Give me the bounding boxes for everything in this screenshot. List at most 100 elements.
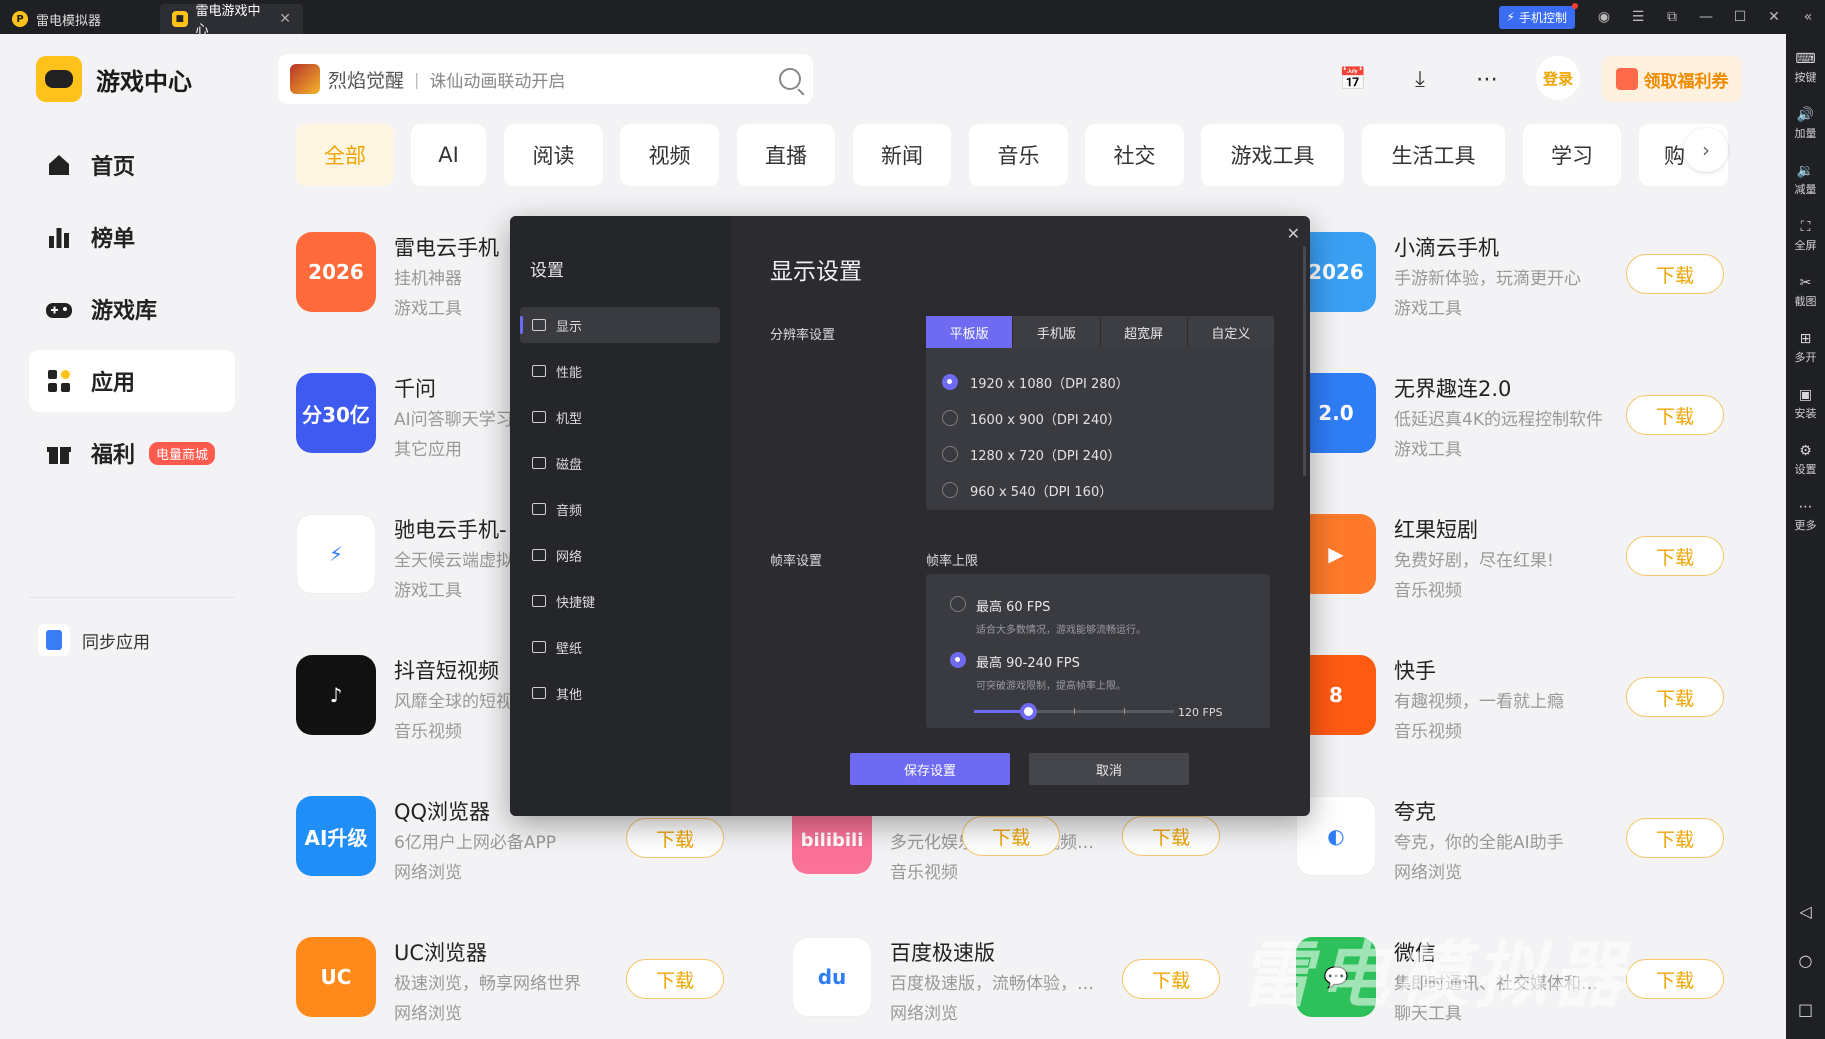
download-button[interactable]: 下载 xyxy=(1626,536,1724,576)
radio-button[interactable] xyxy=(942,482,958,498)
login-button[interactable]: 登录 xyxy=(1536,56,1580,100)
tab-custom[interactable]: 自定义 xyxy=(1187,316,1274,348)
category-tab[interactable]: 学习 xyxy=(1523,124,1621,186)
search-icon[interactable] xyxy=(779,68,801,90)
toolbar-install[interactable]: ▣ 安装 xyxy=(1786,376,1825,432)
download-button[interactable]: 下载 xyxy=(626,959,724,999)
category-tab[interactable]: 直播 xyxy=(737,124,835,186)
list-item[interactable]: 8 快手 有趣视频，一看就上瘾 音乐视频 下载 xyxy=(1296,655,1746,755)
sidebar-item-home[interactable]: 首页 xyxy=(29,134,235,196)
download-button[interactable]: 下载 xyxy=(1122,816,1220,856)
calendar-icon[interactable]: 📅 xyxy=(1336,62,1370,96)
settings-menu-item[interactable]: 机型 xyxy=(520,399,720,435)
toolbar-settings[interactable]: ⚙ 设置 xyxy=(1786,432,1825,488)
resolution-option[interactable]: 960 x 540（DPI 160） xyxy=(926,472,1274,508)
toolbar-label: 按键 xyxy=(1794,70,1817,84)
radio-button[interactable] xyxy=(942,410,958,426)
category-tab[interactable]: 新闻 xyxy=(853,124,951,186)
radio-button-selected[interactable] xyxy=(950,652,966,668)
category-tab[interactable]: 视频 xyxy=(620,124,719,186)
toolbar-keymap[interactable]: ⌨ 按键 xyxy=(1786,40,1825,96)
list-item[interactable]: ◐ 夸克 夸克，你的全能AI助手 网络浏览 下载 xyxy=(1296,796,1746,896)
toolbar-more[interactable]: ⋯ 更多 xyxy=(1786,488,1825,544)
resolution-option[interactable]: 1920 x 1080（DPI 280） xyxy=(926,364,1274,400)
toolbar-screenshot[interactable]: ✂ 截图 xyxy=(1786,264,1825,320)
cancel-button[interactable]: 取消 xyxy=(1029,753,1189,785)
sync-apps-button[interactable]: 同步应用 xyxy=(38,624,150,656)
settings-menu-item[interactable]: 其他 xyxy=(520,675,720,711)
resolution-option[interactable]: 1600 x 900（DPI 240） xyxy=(926,400,1274,436)
home-circle-icon[interactable]: ○ xyxy=(1799,951,1813,970)
resolution-option[interactable]: 1280 x 720（DPI 240） xyxy=(926,436,1274,472)
app-category: 网络浏览 xyxy=(394,1004,462,1024)
download-button[interactable]: 下载 xyxy=(962,816,1060,856)
download-icon[interactable]: ⤓ xyxy=(1403,62,1437,96)
tab-ldplayer[interactable]: P 雷电模拟器 xyxy=(0,4,160,34)
download-button[interactable]: 下载 xyxy=(1122,959,1220,999)
download-button[interactable]: 下载 xyxy=(1626,677,1724,717)
list-item[interactable]: du 百度极速版 百度极速版，流畅体验，… 网络浏览 下载 xyxy=(792,937,1242,1037)
close-tab-icon[interactable]: ✕ xyxy=(279,11,291,27)
toolbar-fullscreen[interactable]: ⛶ 全屏 xyxy=(1786,208,1825,264)
list-item[interactable]: UC UC浏览器 极速浏览，畅享网络世界 网络浏览 下载 xyxy=(296,937,746,1037)
category-tab[interactable]: 游戏工具 xyxy=(1201,124,1344,186)
settings-menu-item[interactable]: 网络 xyxy=(520,537,720,573)
list-item[interactable]: ▶ 红果短剧 免费好剧，尽在红果! 音乐视频 下载 xyxy=(1296,514,1746,614)
fps-option-60[interactable]: 最高 60 FPS 适合大多数情况，游戏能够流畅运行。 xyxy=(950,596,1146,636)
close-icon[interactable]: ✕ xyxy=(1287,224,1300,243)
sidebar-item-label: 福利 xyxy=(91,443,136,468)
settings-scrollbar[interactable] xyxy=(1303,246,1306,476)
toolbar-multi-instance[interactable]: ⊞ 多开 xyxy=(1786,320,1825,376)
tab-phone[interactable]: 手机版 xyxy=(1013,316,1101,348)
claim-coupon-button[interactable]: 领取福利券 xyxy=(1602,56,1742,102)
category-tab[interactable]: 社交 xyxy=(1085,124,1184,186)
download-button[interactable]: 下载 xyxy=(1626,959,1724,999)
sidebar-item-ranking[interactable]: 榜单 xyxy=(29,206,235,268)
radio-button[interactable] xyxy=(942,446,958,462)
list-item[interactable]: 2026 小滴云手机 手游新体验，玩滴更开心 游戏工具 下载 xyxy=(1296,232,1746,332)
settings-menu-item[interactable]: 显示 xyxy=(520,307,720,343)
collapse-sidebar-icon[interactable]: « xyxy=(1791,0,1825,34)
sidebar-item-game-library[interactable]: 游戏库 xyxy=(29,278,235,340)
fps-option-90-240[interactable]: 最高 90-240 FPS 可突破游戏限制，提高帧率上限。 xyxy=(950,652,1126,692)
settings-menu-item[interactable]: 壁纸 xyxy=(520,629,720,665)
chevron-right-icon[interactable]: › xyxy=(1684,128,1728,172)
settings-menu-item[interactable]: 性能 xyxy=(520,353,720,389)
restore-window-icon[interactable]: ⧉ xyxy=(1655,0,1689,34)
download-button[interactable]: 下载 xyxy=(1626,395,1724,435)
menu-icon[interactable]: ☰ xyxy=(1621,0,1655,34)
slider-handle[interactable] xyxy=(1020,703,1037,720)
recent-apps-icon[interactable]: □ xyxy=(1798,1000,1813,1019)
account-icon[interactable]: ◉ xyxy=(1587,0,1621,34)
minimize-icon[interactable]: — xyxy=(1689,0,1723,34)
close-window-icon[interactable]: ✕ xyxy=(1757,0,1791,34)
settings-menu-item[interactable]: 快捷键 xyxy=(520,583,720,619)
back-icon[interactable]: ◁ xyxy=(1799,902,1811,921)
radio-button[interactable] xyxy=(950,596,966,612)
toolbar-volume-up[interactable]: 🔊 加量 xyxy=(1786,96,1825,152)
save-settings-button[interactable]: 保存设置 xyxy=(850,753,1010,785)
list-item[interactable]: 2.0 无界趣连2.0 低延迟真4K的远程控制软件 游戏工具 下载 xyxy=(1296,373,1746,473)
tab-game-center[interactable]: ■ 雷电游戏中心 ✕ xyxy=(160,4,303,38)
phone-control-button[interactable]: ⚡ 手机控制 xyxy=(1498,2,1578,29)
maximize-icon[interactable]: ☐ xyxy=(1723,0,1757,34)
search-bar[interactable]: 烈焰觉醒 | 诛仙动画联动开启 xyxy=(278,54,813,104)
sidebar-item-welfare[interactable]: 福利 电量商城 xyxy=(29,422,235,484)
settings-menu-item[interactable]: 音频 xyxy=(520,491,720,527)
category-tab[interactable]: 音乐 xyxy=(969,124,1068,186)
fps-slider[interactable] xyxy=(974,703,1174,720)
settings-menu-item[interactable]: 磁盘 xyxy=(520,445,720,481)
more-options-icon[interactable]: ⋯ xyxy=(1470,62,1504,96)
toolbar-volume-down[interactable]: 🔉 减量 xyxy=(1786,152,1825,208)
category-tab[interactable]: AI xyxy=(411,124,486,186)
tab-ultrawide[interactable]: 超宽屏 xyxy=(1100,316,1188,348)
tab-tablet[interactable]: 平板版 xyxy=(926,316,1014,348)
sidebar-item-apps[interactable]: 应用 xyxy=(29,350,235,412)
category-tab[interactable]: 阅读 xyxy=(504,124,603,186)
download-button[interactable]: 下载 xyxy=(1626,254,1724,294)
category-tab-all[interactable]: 全部 xyxy=(296,124,394,186)
radio-button[interactable] xyxy=(942,374,958,390)
download-button[interactable]: 下载 xyxy=(1626,818,1724,858)
list-item[interactable]: 下载 xyxy=(632,806,1082,906)
category-tab[interactable]: 生活工具 xyxy=(1362,124,1505,186)
